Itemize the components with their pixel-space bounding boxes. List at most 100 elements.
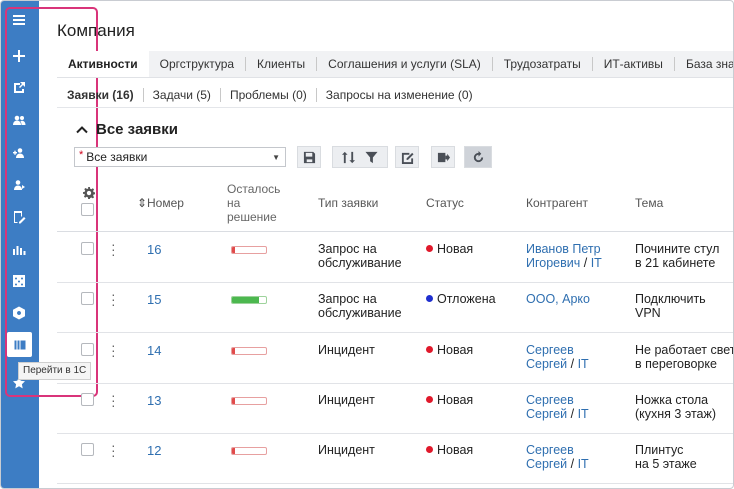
request-number[interactable]: 15	[147, 292, 161, 307]
department-link[interactable]: IT	[578, 407, 589, 421]
row-checkbox[interactable]	[81, 292, 94, 305]
request-number[interactable]: 12	[147, 443, 161, 458]
subtab-problems[interactable]: Проблемы (0)	[221, 88, 317, 102]
refresh-button[interactable]	[464, 146, 492, 168]
select-all-checkbox[interactable]	[81, 203, 94, 216]
table-row[interactable]: · · · 16 Запрос на обслуживание Новая Иванов Пе…	[57, 232, 733, 283]
request-number[interactable]: 16	[147, 242, 161, 257]
chevron-up-icon[interactable]	[75, 123, 89, 137]
subtab-requests[interactable]: Заявки (16)	[57, 88, 144, 102]
row-menu-icon[interactable]: · · ·	[111, 338, 116, 362]
sort-arrows-icon[interactable]: ⇕	[137, 196, 147, 210]
app-window: Перейти в 1С Компания Активности Оргстру…	[0, 0, 734, 489]
department-link[interactable]: IT	[578, 357, 589, 371]
contractor: Сергеев Сергей / IT	[526, 393, 589, 421]
column-topic[interactable]: Тема	[635, 196, 663, 210]
department-link[interactable]: IT	[591, 256, 602, 270]
bar-chart-icon[interactable]	[8, 238, 30, 260]
contractor-link[interactable]: Сергеев	[526, 443, 589, 457]
contractor-separator: /	[567, 357, 578, 371]
filter-select[interactable]: * Все заявки ▼	[74, 147, 286, 167]
edit-button[interactable]	[395, 146, 419, 168]
main-tabs: Активности Оргструктура Клиенты Соглашен…	[57, 51, 733, 78]
request-type: Запрос на обслуживание	[318, 292, 402, 320]
contractor-link-2[interactable]: Сергей	[526, 457, 567, 471]
dice-icon[interactable]	[8, 270, 30, 292]
row-checkbox[interactable]	[81, 242, 94, 255]
table-row[interactable]: · · · 12 Инцидент Новая Сергеев Сергей / IT Плин…	[57, 433, 733, 484]
gear-hex-icon[interactable]	[8, 302, 30, 324]
status-badge: Новая	[426, 343, 473, 357]
contractor-link[interactable]: ООО, Арко	[526, 292, 590, 306]
tab-it-assets[interactable]: ИТ-активы	[593, 57, 675, 71]
contractor-link-2[interactable]: Игоревич	[526, 256, 580, 270]
row-checkbox[interactable]	[81, 393, 94, 406]
tab-labor[interactable]: Трудозатраты	[493, 57, 593, 71]
people-icon[interactable]	[8, 109, 30, 131]
contractor: ООО, Арко	[526, 292, 590, 306]
remaining-time-bar	[231, 296, 267, 304]
status-dot	[426, 346, 433, 353]
tab-clients[interactable]: Клиенты	[246, 57, 318, 71]
tab-sla[interactable]: Соглашения и услуги (SLA)	[317, 57, 493, 71]
table-row[interactable]: · · · 14 Инцидент Новая Сергеев Сергей / IT Не р…	[57, 333, 733, 384]
status-badge: Новая	[426, 443, 473, 457]
status-badge: Отложена	[426, 292, 496, 306]
contractor: Сергеев Сергей / IT	[526, 443, 589, 471]
subtab-change-requests[interactable]: Запросы на изменение (0)	[317, 88, 482, 102]
contractor-separator: /	[580, 256, 591, 270]
user-arrow-icon[interactable]	[8, 174, 30, 196]
column-type[interactable]: Тип заявки	[318, 196, 378, 210]
export-icon[interactable]	[8, 77, 30, 99]
column-number[interactable]: Номер	[147, 196, 184, 210]
settings-gear-icon[interactable]	[83, 187, 95, 199]
edit-doc-icon[interactable]	[8, 206, 30, 228]
remaining-time-fill	[232, 448, 235, 454]
tab-activities[interactable]: Активности	[57, 51, 149, 77]
table-header: ⇕ Номер Осталось на решение Тип заявки С…	[57, 181, 733, 232]
column-contractor[interactable]: Контрагент	[526, 196, 588, 210]
filter-value: Все заявки	[86, 150, 148, 164]
contractor-link-2[interactable]: Сергей	[526, 357, 567, 371]
remaining-time-bar	[231, 347, 267, 355]
section-header[interactable]: Все заявки	[75, 121, 178, 138]
add-user-icon[interactable]	[8, 142, 30, 164]
edit-doc-icon	[401, 152, 414, 164]
contractor-link[interactable]: Сергеев	[526, 343, 589, 357]
remaining-time-fill	[232, 398, 235, 404]
request-number[interactable]: 14	[147, 343, 161, 358]
filter-icon[interactable]	[365, 151, 378, 164]
row-menu-icon[interactable]: · · ·	[111, 287, 116, 311]
department-link[interactable]: IT	[578, 457, 589, 471]
row-menu-icon[interactable]: · · ·	[111, 237, 116, 261]
tab-org-structure[interactable]: Оргструктура	[149, 57, 247, 71]
contractor-link[interactable]: Сергеев	[526, 393, 589, 407]
remaining-time-fill	[232, 348, 235, 354]
row-checkbox[interactable]	[81, 343, 94, 356]
1c-icon[interactable]	[7, 332, 32, 357]
save-filter-button[interactable]	[297, 146, 321, 168]
export-button[interactable]	[431, 146, 455, 168]
menu-icon[interactable]	[8, 9, 30, 31]
contractor-separator: /	[567, 457, 578, 471]
tab-knowledge-base[interactable]: База знаний	[675, 57, 733, 71]
subtab-tasks[interactable]: Задачи (5)	[144, 88, 221, 102]
row-menu-icon[interactable]: · · ·	[111, 388, 116, 412]
export-icon	[437, 152, 450, 162]
sort-icon[interactable]	[342, 151, 355, 164]
request-number[interactable]: 13	[147, 393, 161, 408]
table-row[interactable]: · · · 13 Инцидент Новая Сергеев Сергей / IT Ножк…	[57, 383, 733, 434]
remaining-time-bar	[231, 447, 267, 455]
row-menu-icon[interactable]: · · ·	[111, 438, 116, 462]
status-dot	[426, 446, 433, 453]
table-row[interactable]: · · · 15 Запрос на обслуживание Отложена ООО, А…	[57, 282, 733, 333]
plus-icon[interactable]	[8, 45, 30, 67]
request-topic: Ножка стола (кухня 3 этаж)	[635, 393, 717, 421]
column-status[interactable]: Статус	[426, 196, 464, 210]
section-title: Все заявки	[96, 121, 178, 138]
column-remaining[interactable]: Осталось на решение	[227, 182, 280, 224]
contractor-link-2[interactable]: Сергей	[526, 407, 567, 421]
row-checkbox[interactable]	[81, 443, 94, 456]
caret-down-icon: ▼	[272, 152, 280, 162]
contractor-link[interactable]: Иванов Петр	[526, 242, 602, 256]
